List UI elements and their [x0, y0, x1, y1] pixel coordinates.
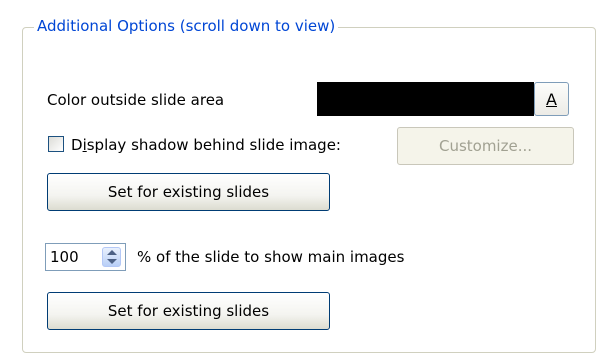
- customize-button[interactable]: Customize...: [397, 127, 574, 165]
- color-outside-label: Color outside slide area: [47, 91, 225, 109]
- main-image-percent-value: 100: [50, 248, 79, 266]
- color-picker-letter: A: [546, 89, 557, 109]
- main-image-percent-input[interactable]: 100: [45, 243, 126, 271]
- spinner-down-icon[interactable]: [107, 259, 117, 264]
- color-picker-button[interactable]: A: [534, 82, 569, 116]
- main-image-percent-label: % of the slide to show main images: [137, 248, 405, 266]
- set-for-existing-slides-shadow-button[interactable]: Set for existing slides: [47, 173, 330, 211]
- display-shadow-checkbox[interactable]: [48, 136, 64, 152]
- spinner-up-icon[interactable]: [107, 250, 117, 255]
- groupbox-title: Additional Options (scroll down to view): [34, 16, 339, 36]
- display-shadow-label[interactable]: Display shadow behind slide image:: [71, 135, 341, 155]
- set-for-existing-slides-main-image-button[interactable]: Set for existing slides: [47, 292, 330, 330]
- color-swatch[interactable]: [317, 82, 534, 116]
- spinner-arrows[interactable]: [102, 247, 121, 267]
